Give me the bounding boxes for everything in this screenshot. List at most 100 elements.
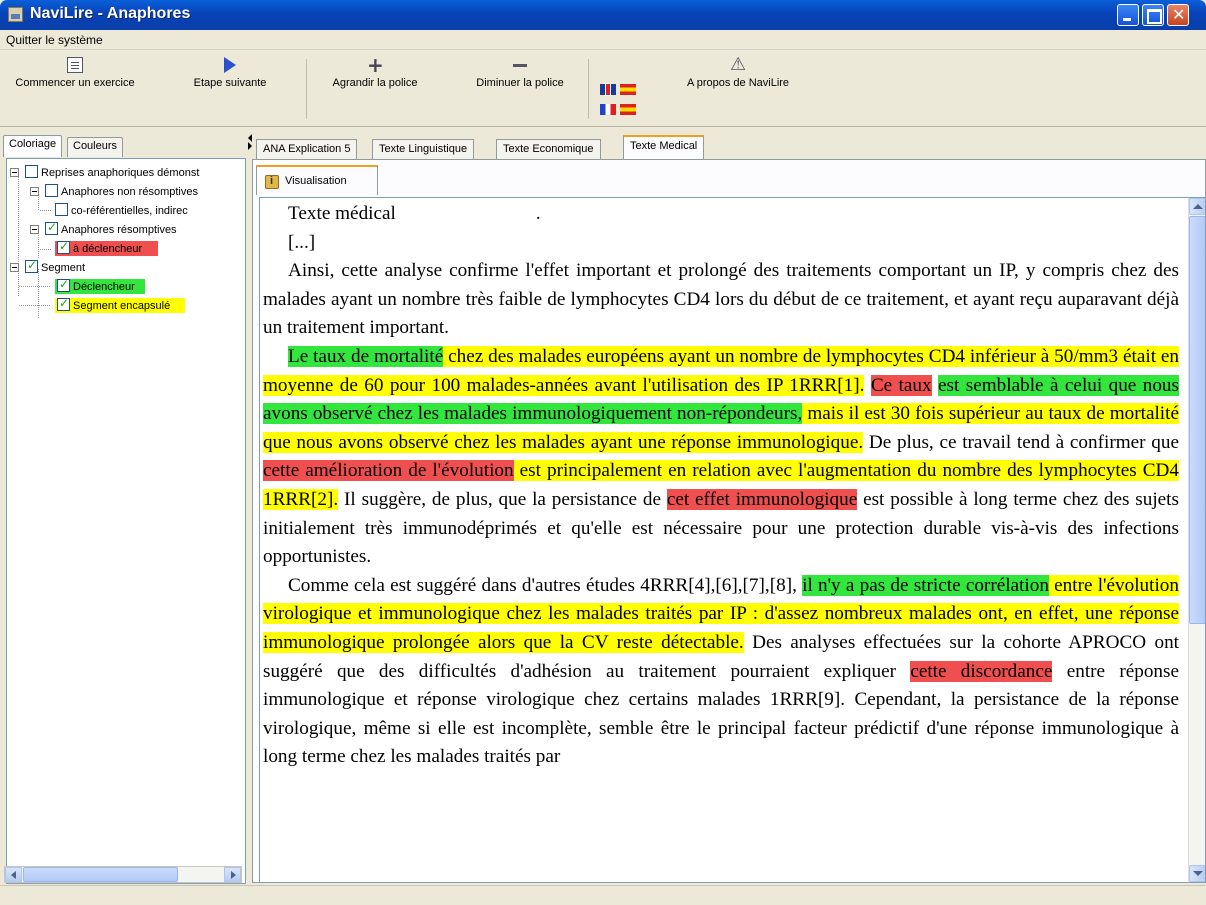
tree-guide: [19, 305, 51, 306]
close-button[interactable]: [1167, 4, 1189, 26]
tree-label: co-référentielles, indirec: [71, 205, 188, 217]
document-title-text: Texte médical: [288, 203, 396, 224]
tab-texte-economique[interactable]: Texte Economique: [496, 139, 601, 159]
about-icon: ⚠: [730, 54, 747, 75]
decrease-font-label: Diminuer la police: [476, 77, 564, 89]
tree-guide: [19, 286, 51, 287]
collapse-icon[interactable]: [10, 263, 19, 272]
paragraph-3: Comme cela est suggéré dans d'autres étu…: [263, 572, 1179, 772]
left-panel: Coloriage Couleurs Reprises anaphoriques…: [3, 131, 246, 884]
status-bar: [0, 885, 1206, 905]
scroll-right-icon[interactable]: [224, 867, 241, 882]
text-span: [864, 375, 870, 396]
tab-coloriage[interactable]: Coloriage: [3, 135, 63, 157]
tab-texte-medical[interactable]: Texte Medical: [623, 135, 705, 160]
tree-label: Anaphores non résomptives: [61, 186, 198, 198]
minus-icon: [512, 57, 528, 73]
toolbar-separator: [306, 59, 307, 119]
document-title: Texte médical.: [263, 200, 1179, 229]
document-title-dot: .: [535, 203, 541, 224]
subtab-visualisation[interactable]: Visualisation: [256, 165, 378, 195]
menu-bar: Quitter le système: [0, 30, 1206, 50]
tree-guide: [40, 210, 52, 211]
paragraph-2: Le taux de mortalité chez des malades eu…: [263, 343, 1179, 572]
tab-couleurs[interactable]: Couleurs: [67, 137, 124, 157]
collapse-icon[interactable]: [30, 225, 39, 234]
increase-font-label: Agrandir la police: [332, 77, 418, 89]
tab-texte-linguistique[interactable]: Texte Linguistique: [372, 139, 475, 159]
checkbox[interactable]: [45, 220, 58, 235]
decrease-font-button[interactable]: Diminuer la police: [460, 55, 580, 89]
tree-label: Segment: [41, 262, 86, 274]
maximize-button[interactable]: [1142, 4, 1164, 26]
french-flag-icon[interactable]: [600, 104, 616, 115]
tree-label: Segment encapsulé: [73, 300, 171, 312]
tree-node-encapsulated[interactable]: Segment encapsulé: [55, 296, 185, 313]
document-ellipsis: [...]: [288, 231, 316, 253]
checkbox[interactable]: [57, 296, 70, 311]
tree-guide: [38, 231, 39, 259]
tree-node-declencheur[interactable]: Déclencheur: [55, 277, 145, 294]
document-viewer[interactable]: Texte médical. [...] Ainsi, cette analys…: [259, 197, 1206, 883]
tree-node-coref[interactable]: co-référentielles, indirec: [55, 203, 188, 218]
checkbox[interactable]: [57, 277, 70, 292]
tree-label: Déclencheur: [73, 281, 135, 293]
horizontal-scrollbar[interactable]: [4, 866, 242, 883]
arrow-right-icon: [224, 57, 236, 73]
spanish-flag-icon[interactable]: [620, 104, 636, 115]
anaphor-span[interactable]: cette amélioration de l'évolution: [263, 460, 514, 482]
anaphor-span[interactable]: cette discordance: [910, 660, 1053, 682]
text-span: Comme cela est suggéré dans d'autres étu…: [288, 574, 803, 596]
category-tree: Reprises anaphoriques démonst Anaphores …: [6, 158, 246, 884]
tree-label: à déclencheur: [73, 243, 143, 255]
checkbox[interactable]: [57, 239, 70, 254]
minimize-button[interactable]: [1117, 4, 1139, 26]
scroll-thumb[interactable]: [1189, 216, 1205, 624]
right-panel: ANA Explication 5 Texte Linguistique Tex…: [252, 131, 1206, 883]
next-step-button[interactable]: Etape suivante: [175, 55, 285, 89]
text-span: Il suggère, de plus, que la persistance …: [338, 488, 667, 510]
scroll-thumb[interactable]: [23, 867, 178, 882]
scroll-up-icon[interactable]: [1189, 198, 1205, 215]
anaphor-span[interactable]: cet effet immunologique: [666, 488, 858, 510]
spanish-flag-icon[interactable]: [620, 84, 636, 95]
english-flag-icon[interactable]: [600, 84, 616, 95]
tree-guide: [18, 171, 19, 296]
tree-label: Reprises anaphoriques démonst: [41, 167, 200, 179]
document-icon: [67, 57, 83, 73]
title-bar: NaviLire - Anaphores: [0, 0, 1206, 30]
visualisation-icon: [265, 175, 279, 189]
checkbox[interactable]: [45, 184, 58, 197]
collapse-icon[interactable]: [30, 187, 39, 196]
plus-icon: +: [367, 53, 384, 77]
window-title: NaviLire - Anaphores: [30, 5, 191, 22]
tree-guide: [38, 269, 39, 319]
tree-label: Anaphores résomptives: [61, 224, 177, 236]
vertical-scrollbar[interactable]: [1188, 198, 1205, 882]
tree-node-trigger-anaphor[interactable]: à déclencheur: [55, 239, 158, 256]
tab-content: Visualisation Texte médical. [...] Ainsi…: [252, 160, 1206, 883]
checkbox[interactable]: [25, 258, 38, 273]
about-label: A propos de NaviLire: [686, 77, 790, 89]
next-step-label: Etape suivante: [193, 77, 267, 89]
checkbox[interactable]: [25, 165, 38, 178]
tab-ana-explication-5[interactable]: ANA Explication 5: [256, 139, 358, 159]
increase-font-button[interactable]: + Agrandir la police: [320, 55, 430, 89]
text-span: De plus, ce travail tend à confirmer que: [863, 431, 1179, 453]
anaphor-span[interactable]: Ce taux: [870, 374, 932, 396]
paragraph-1: Ainsi, cette analyse confirme l'effet im…: [263, 260, 1179, 339]
app-icon: [8, 7, 23, 22]
toolbar-separator: [588, 59, 589, 119]
trigger-span[interactable]: il n'y a pas de stricte corrélation: [802, 574, 1049, 596]
about-button[interactable]: ⚠ A propos de NaviLire: [668, 54, 808, 90]
subtab-label: Visualisation: [285, 175, 347, 187]
menu-quit[interactable]: Quitter le système: [6, 33, 103, 47]
scroll-left-icon[interactable]: [5, 867, 22, 882]
start-exercise-button[interactable]: Commencer un exercice: [0, 55, 150, 89]
checkbox[interactable]: [55, 203, 68, 216]
trigger-span[interactable]: Le taux de mortalité: [288, 345, 444, 367]
tree-guide: [40, 249, 52, 250]
collapse-icon[interactable]: [10, 168, 19, 177]
scroll-down-icon[interactable]: [1189, 865, 1205, 882]
document-text: Texte médical. [...] Ainsi, cette analys…: [263, 200, 1179, 772]
